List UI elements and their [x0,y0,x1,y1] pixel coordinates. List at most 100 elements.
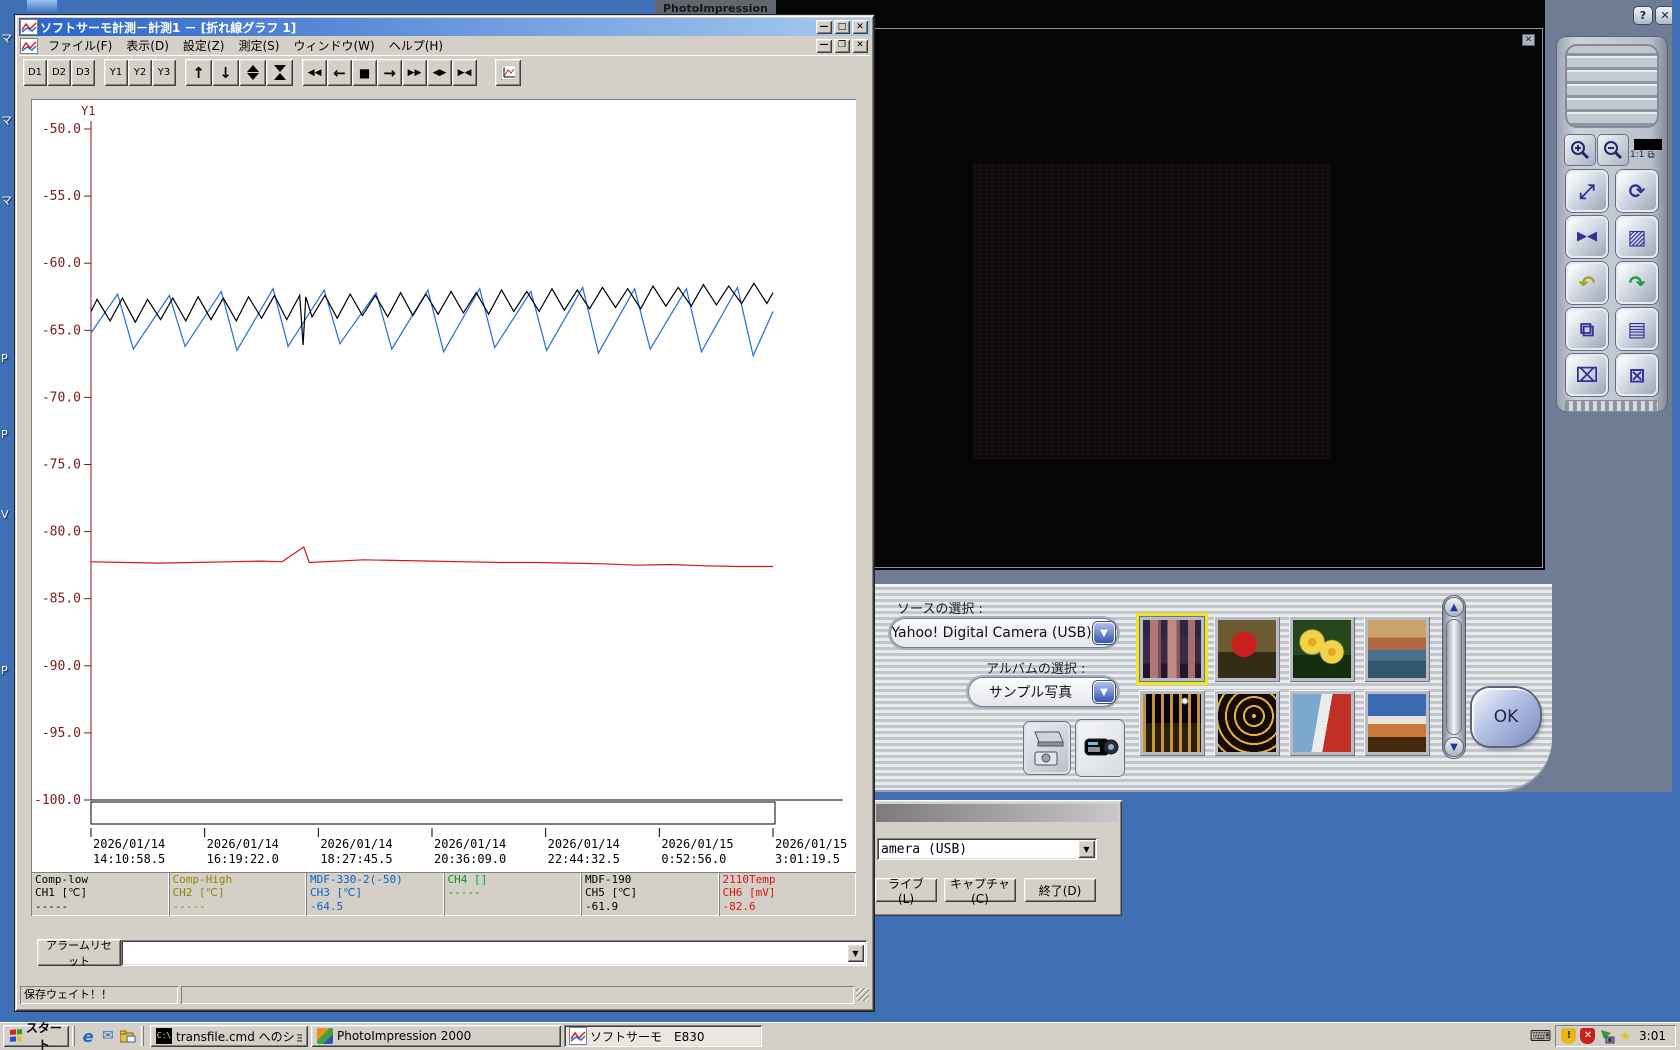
thumbnail-lighthouse[interactable] [1289,690,1355,756]
rewind-button[interactable]: ◀◀ [302,59,327,86]
thumbnail-harbor[interactable] [1364,616,1430,682]
menu-file[interactable]: ファイル(F) [41,36,119,55]
undo-button[interactable]: ↶ [1566,261,1608,304]
captured-image-preview [973,163,1331,459]
windows-logo-icon [10,1029,22,1042]
thumbnail-rock-formation[interactable] [1139,616,1205,682]
capture-dialog-titlebar[interactable] [876,804,1118,822]
toolbar-y1-button[interactable]: Y1 [104,59,128,86]
menu-help[interactable]: ヘルプ(H) [382,36,450,55]
thumbnail-red-bird[interactable] [1214,616,1280,682]
start-button[interactable]: スタート [3,1021,69,1050]
titlebar[interactable]: ソフトサーモ計測－計測1 － [折れ線グラフ 1] — □ ✕ [19,18,870,36]
thumbnail-sunset-clouds[interactable] [1364,690,1430,756]
palette-grip[interactable] [1565,44,1659,129]
canvas-close-icon[interactable]: ✕ [1522,34,1535,46]
frame-button[interactable]: ⊠ [1616,353,1658,396]
camera-combobox[interactable]: amera (USB) ▼ [877,838,1097,860]
internet-explorer-icon[interactable]: e [78,1026,98,1046]
thumbnail-night-city[interactable] [1139,690,1205,756]
toolbar-d3-button[interactable]: D3 [71,59,95,86]
toolbar-y2-button[interactable]: Y2 [128,59,152,86]
expand-vertical-button[interactable] [239,59,266,86]
photo-yellow-flowers [1293,620,1351,678]
paste-button[interactable]: ▤ [1616,307,1658,350]
stop-button[interactable]: ■ [352,59,377,86]
child-close-button[interactable]: ✕ [852,38,868,53]
rotate-button[interactable]: ⟳ [1616,169,1658,212]
zoom-in-button[interactable] [1565,134,1595,165]
chevron-down-icon[interactable]: ▼ [1078,840,1095,858]
scroll-up-button[interactable]: ↑ [185,59,212,86]
svg-text:3:01:19.5: 3:01:19.5 [775,852,840,866]
child-minimize-button[interactable]: — [816,38,832,53]
show-desktop-icon[interactable] [118,1026,138,1046]
video-camera-source-button[interactable] [1076,720,1124,776]
menu-view[interactable]: 表示(D) [119,36,176,55]
scroll-down-button[interactable]: ↓ [212,59,239,86]
resize-button[interactable]: ⤢ [1566,169,1608,212]
minimize-button[interactable]: — [816,20,832,34]
alarm-combobox[interactable]: ▼ [121,940,867,966]
maximize-button[interactable]: □ [834,20,850,34]
scanner-source-button[interactable] [1024,722,1070,774]
zoom-out-button[interactable] [1598,134,1628,165]
alarm-reset-button[interactable]: アラームリセット [37,939,121,968]
taskbar-divider[interactable] [141,1026,144,1046]
capture-button[interactable]: キャプチャ(C) [944,877,1016,906]
taskbar-divider[interactable] [72,1026,75,1046]
exit-button[interactable]: 終了(D) [1024,878,1096,902]
crop-button[interactable]: ▨ [1616,215,1658,258]
compress-vertical-button[interactable] [266,59,293,86]
toolbar-d1-button[interactable]: D1 [23,59,47,86]
live-button[interactable]: ライブ(L) [875,877,937,906]
chevron-down-icon[interactable]: ▼ [1093,681,1115,703]
toolbar-y3-button[interactable]: Y3 [152,59,176,86]
zoom-in-time-button[interactable]: ▶◀ [452,59,477,86]
mail-icon[interactable]: ✉ [98,1026,118,1046]
copy-button[interactable]: ⧉ [1566,307,1608,350]
camera-transfer-icon[interactable] [1599,1028,1615,1044]
redo-button[interactable]: ↷ [1616,261,1658,304]
graph-view-button[interactable] [495,59,521,86]
security-warning-icon[interactable]: ! [1561,1028,1577,1044]
keyboard-icon[interactable]: ⌨ [1530,1027,1552,1045]
menu-measure[interactable]: 測定(S) [231,36,286,55]
thumbnail-scrollbar[interactable]: ▲ ▼ [1443,596,1465,758]
ok-button[interactable]: OK [1472,688,1540,746]
step-forward-button[interactable]: → [377,59,402,86]
source-select-combobox[interactable]: Yahoo! Digital Camera (USB) ▼ [890,618,1118,648]
thumbnail-light-spiral[interactable] [1214,690,1280,756]
document-icon [21,38,37,53]
menu-window[interactable]: ウィンドウ(W) [286,36,381,55]
series-mdf-330-2-50-ch3 [90,285,774,358]
cascade-icon[interactable]: ⧉ [1647,150,1654,161]
scrollbar-thumb[interactable] [1447,620,1461,734]
flip-horizontal-button[interactable]: ▶◀ [1566,215,1608,258]
scroll-down-icon[interactable]: ▼ [1445,738,1463,756]
child-restore-button[interactable]: ❐ [834,38,850,53]
toolbar-d2-button[interactable]: D2 [47,59,71,86]
album-select-combobox[interactable]: サンプル写真 ▼ [968,677,1118,707]
palette-grid: ⤢ ⟳ ▶◀ ▨ ↶ ↷ ⧉ ▤ ⌧ ⊠ [1566,169,1658,396]
x-scroll-box[interactable] [90,801,776,825]
star-icon[interactable]: ★ [1619,1029,1631,1044]
chevron-down-icon[interactable]: ▼ [847,944,864,962]
task-transfile-cmd[interactable]: C:\ transfile.cmd へのショート... [150,1025,308,1047]
photoimpression-titlebar[interactable]: PhotoImpression [655,0,776,15]
resize-grip[interactable] [856,988,869,1001]
delete-button[interactable]: ⌧ [1566,353,1608,396]
ratio-label[interactable]: 1:1 [1630,150,1644,160]
scroll-up-icon[interactable]: ▲ [1445,598,1463,616]
thumbnail-yellow-flowers[interactable] [1289,616,1355,682]
task-softthermo[interactable]: ソフトサーモ E830 [564,1025,762,1047]
zoom-out-time-button[interactable]: ◀▶ [427,59,452,86]
menu-settings[interactable]: 設定(Z) [176,36,232,55]
close-button[interactable]: ✕ [852,20,868,34]
step-back-button[interactable]: ← [327,59,352,86]
fast-forward-button[interactable]: ▶▶ [402,59,427,86]
help-button[interactable]: ? [1634,7,1652,24]
task-photoimpression[interactable]: PhotoImpression 2000 [311,1025,561,1047]
chevron-down-icon[interactable]: ▼ [1093,622,1115,644]
security-alert-icon[interactable]: ✕ [1580,1028,1596,1044]
